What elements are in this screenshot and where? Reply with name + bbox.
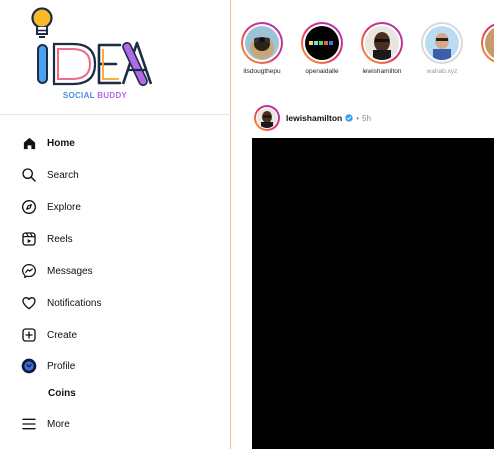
plus-square-icon [20,326,38,344]
menu-icon [20,415,38,433]
reels-icon [20,230,38,248]
story-username: itsdougthepu [243,68,281,75]
home-icon [20,134,38,152]
story-item[interactable]: def [474,22,494,75]
nav-reels[interactable]: Reels [0,224,231,254]
tagline-social: SOCIAL [62,91,95,100]
nav-notifications[interactable]: Notifications [0,288,231,318]
avatar-icon [20,357,38,375]
story-item[interactable]: wahab.xyz [414,22,470,75]
nav-home-label: Home [47,137,75,149]
nav-explore[interactable]: Explore [0,192,231,222]
nav-messages-label: Messages [47,265,93,277]
coins-label[interactable]: Coins [48,388,76,399]
story-avatar [245,26,279,60]
post-timestamp: 5h [362,113,371,123]
story-username: wahab.xyz [426,68,458,75]
story-ring [361,22,403,64]
nav-create[interactable]: Create [0,320,231,350]
verified-badge-icon [345,114,353,122]
sidebar-divider [0,114,231,115]
nav-search-label: Search [47,169,79,181]
story-ring [481,22,494,64]
post-author-avatar[interactable] [254,105,280,131]
story-ring [241,22,283,64]
story-item[interactable]: openaidalle [294,22,350,75]
story-ring [301,22,343,64]
post-author-username[interactable]: lewishamilton [286,113,342,123]
story-item[interactable]: itsdougthepu [234,22,290,75]
search-icon [20,166,38,184]
story-avatar [305,26,339,60]
story-avatar [485,26,494,60]
idea-logo[interactable] [27,7,155,87]
nav-messages[interactable]: Messages [0,256,231,286]
nav-more-label: More [47,418,70,430]
story-avatar [365,26,399,60]
nav-more[interactable]: More [0,409,231,439]
post-separator: • [356,113,360,123]
nav-search[interactable]: Search [0,160,231,190]
nav-create-label: Create [47,329,78,341]
story-username: lewishamilton [362,68,402,75]
nav-reels-label: Reels [47,233,73,245]
story-username: openaidalle [305,68,339,75]
brand-tagline: SOCIAL BUDDY [0,91,190,100]
heart-icon [20,294,38,312]
story-avatar [425,26,459,60]
nav-profile[interactable]: Profile [0,351,231,381]
nav-home[interactable]: Home [0,128,231,158]
nav-explore-label: Explore [47,201,81,213]
story-ring [421,22,463,64]
nav-notifications-label: Notifications [47,297,102,309]
post-media[interactable] [252,138,494,449]
sidebar: SOCIAL BUDDY Home Search Explore Reels M… [0,0,231,449]
compass-icon [20,198,38,216]
stories-tray: itsdougthepu openaidalle lewishamilton w… [231,0,494,90]
story-username: def [474,68,494,75]
story-item[interactable]: lewishamilton [354,22,410,75]
nav-profile-label: Profile [47,360,76,372]
messenger-icon [20,262,38,280]
tagline-buddy: BUDDY [97,91,128,100]
post-header: lewishamilton • 5h [254,104,371,132]
